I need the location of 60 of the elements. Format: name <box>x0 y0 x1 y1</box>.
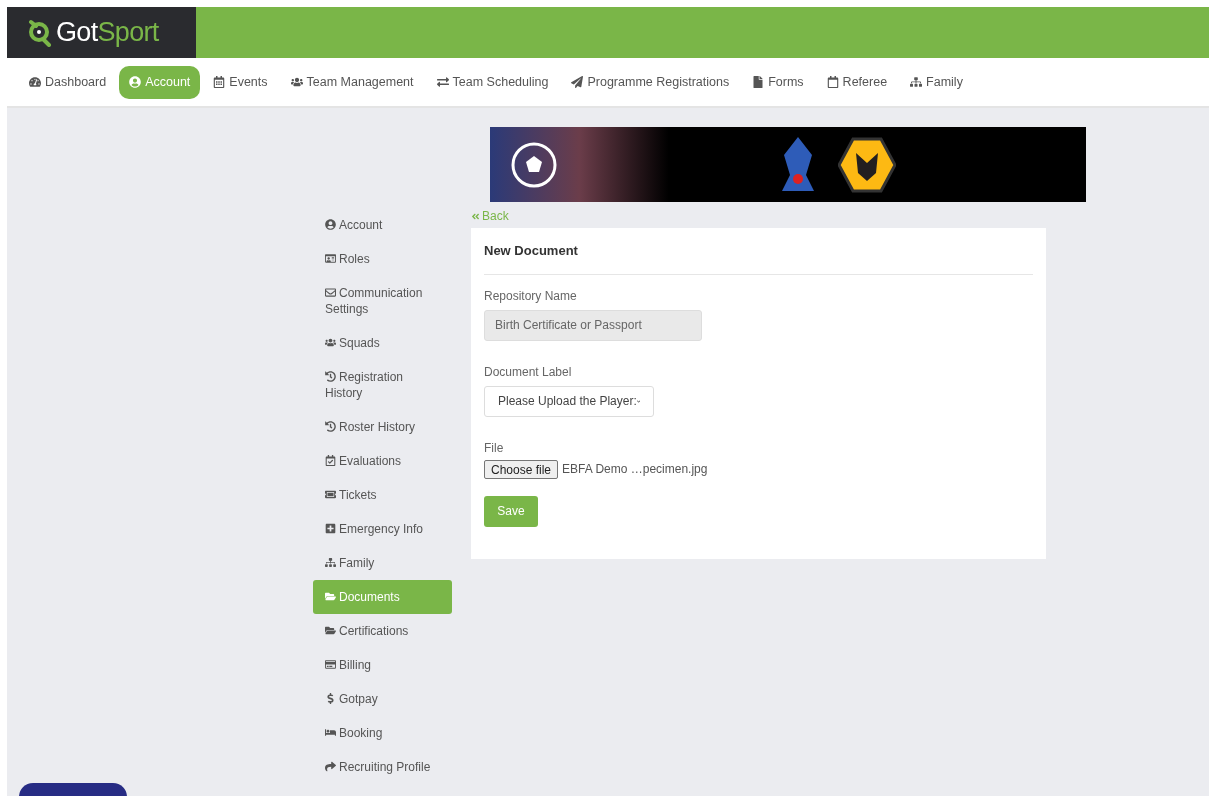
file-icon <box>752 76 765 88</box>
exchange-icon <box>436 76 449 88</box>
sidebar-item[interactable]: Recruiting Profile <box>313 750 452 784</box>
calendar-icon <box>826 76 839 88</box>
nav-tab[interactable]: Forms <box>742 65 814 99</box>
id-card-icon <box>325 253 336 264</box>
soccer-ball-icon <box>510 140 558 189</box>
field-label: File <box>484 440 505 455</box>
users-icon <box>325 337 336 348</box>
sidebar-item[interactable]: Booking <box>313 716 452 750</box>
nav-tab[interactable]: Referee <box>816 65 898 99</box>
ticket-icon <box>325 489 336 500</box>
wolf-crest-icon <box>838 136 896 193</box>
envelope-icon <box>325 287 336 298</box>
field-label: Document Label <box>484 364 573 379</box>
advertisement-banner[interactable] <box>490 127 1086 202</box>
sidebar-item[interactable]: Roles <box>313 242 452 276</box>
nav-tab[interactable]: Family <box>900 65 973 99</box>
choose-file-button[interactable]: Choose file <box>484 459 559 479</box>
folder-icon <box>325 625 336 636</box>
sitemap-icon <box>910 76 923 88</box>
logo-icon <box>27 18 53 47</box>
sidebar-item[interactable]: Account <box>313 208 452 242</box>
nav-tab[interactable]: Programme Registrations <box>561 65 740 99</box>
dropdown-field[interactable]: Please Upload the Player: <box>484 385 654 417</box>
sidebar-item[interactable]: Tickets <box>313 478 452 512</box>
field-label: Repository Name <box>484 288 578 303</box>
users-icon <box>290 76 303 88</box>
folder-icon <box>325 591 336 602</box>
history-icon <box>325 421 336 432</box>
bed-icon <box>325 727 336 738</box>
calendar-check-icon <box>325 455 336 466</box>
sidebar-item[interactable]: Communication Settings <box>313 276 452 326</box>
sidebar-item[interactable]: Billing <box>313 648 452 682</box>
nav-tab[interactable]: Team Management <box>280 65 424 99</box>
logo-text: GotSport <box>56 19 159 46</box>
history-icon <box>325 371 336 382</box>
sitemap-icon <box>325 557 336 568</box>
nav-tab[interactable]: Events <box>203 65 278 99</box>
paper-plane-icon <box>571 76 584 88</box>
nav-tab[interactable]: Team Scheduling <box>426 65 559 99</box>
user-icon <box>325 219 336 230</box>
user-icon <box>129 76 142 88</box>
dollar-icon <box>325 693 336 704</box>
share-icon <box>325 761 336 772</box>
sidebar-item[interactable]: Registration History <box>313 360 452 410</box>
credit-card-icon <box>325 659 336 670</box>
nav-tab[interactable]: Dashboard <box>19 65 117 99</box>
dashboard-icon <box>29 76 41 88</box>
calendar-icon <box>213 76 226 88</box>
sidebar-item[interactable]: Evaluations <box>313 444 452 478</box>
sidebar-item[interactable]: Roster History <box>313 410 452 444</box>
sidebar-item[interactable]: Gotpay <box>313 682 452 716</box>
sidebar-item[interactable]: Squads <box>313 326 452 360</box>
file-name: EBFA Demo …pecimen.jpg <box>562 461 708 478</box>
sidebar-item[interactable]: Family <box>313 546 452 580</box>
form-title: New Document <box>484 228 1033 275</box>
sidebar-item[interactable]: Certifications <box>313 614 452 648</box>
double-chevron-icon <box>471 211 480 221</box>
sidebar-item[interactable]: Emergency Info <box>313 512 452 546</box>
